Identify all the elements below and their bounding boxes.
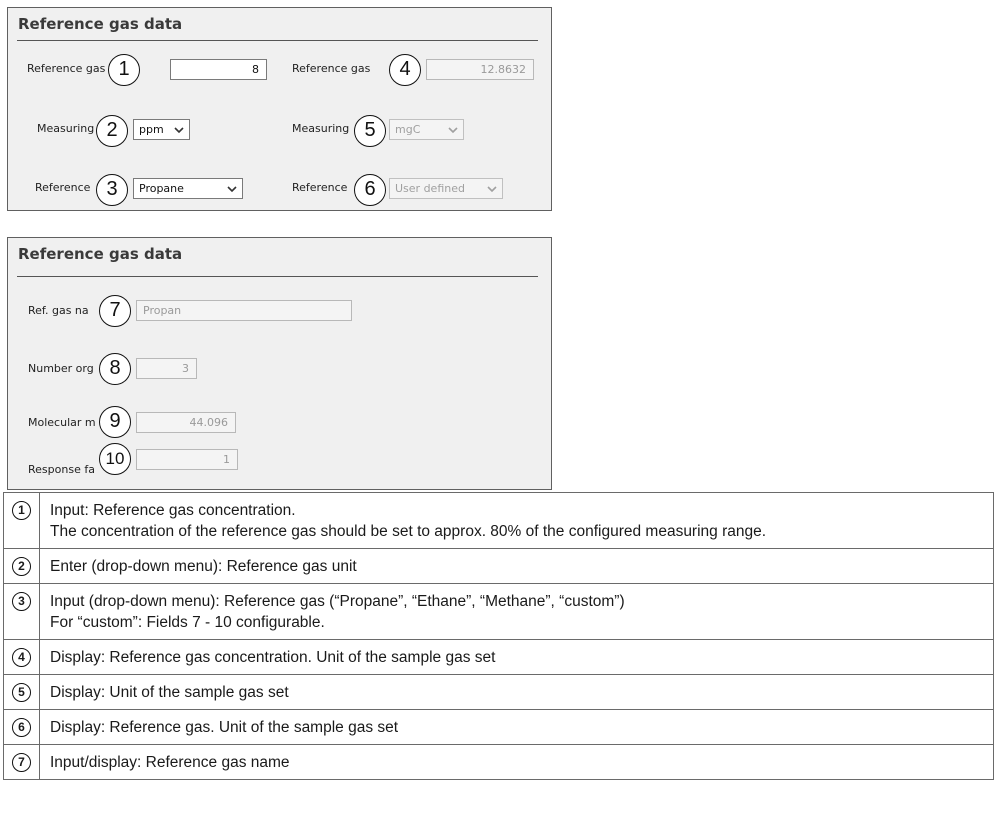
title-divider [17,276,538,277]
legend-description-cell: Enter (drop-down menu): Reference gas un… [39,548,994,584]
legend-description-line: Input (drop-down menu): Reference gas (“… [50,593,625,610]
callout-2: 2 [96,115,128,147]
reference-gas-concentration-display-label: Reference gas [292,62,371,75]
legend-description-line: Display: Unit of the sample gas set [50,684,289,701]
legend-description-cell: Input/display: Reference gas name [39,744,994,780]
title-divider [17,40,538,41]
legend-description-cell: Input (drop-down menu): Reference gas (“… [39,583,994,640]
number-carbon-atoms-label: Number org [28,362,94,375]
reference-gas-display-value: User defined [395,182,465,195]
callout-4: 4 [389,54,421,86]
reference-gas-label: Reference [35,181,91,194]
reference-gas-panel-top: Reference gas data Reference gas 8 Refer… [7,7,552,211]
reference-gas-name-field[interactable]: Propan [136,300,352,321]
legend-number-badge: 2 [12,557,31,576]
callout-9: 9 [99,406,131,438]
legend-number-cell: 4 [3,639,40,675]
legend-description-line: For “custom”: Fields 7 - 10 configurable… [50,614,325,631]
chevron-down-icon [448,127,458,134]
callout-1: 1 [108,54,140,86]
reference-gas-value: Propane [139,182,184,195]
legend-number-cell: 2 [3,548,40,584]
legend-row: 2 Enter (drop-down menu): Reference gas u… [3,548,994,584]
reference-gas-concentration-input[interactable]: 8 [170,59,267,80]
callout-6: 6 [354,174,386,206]
legend-description-line: Display: Reference gas concentration. Un… [50,649,496,666]
panel-title: Reference gas data [18,15,183,33]
panel-title: Reference gas data [18,245,183,263]
legend-body: 1 Input: Reference gas concentration. The … [3,492,994,780]
callout-7: 7 [99,295,131,327]
legend-description-line: Display: Reference gas. Unit of the samp… [50,719,399,736]
number-carbon-atoms-field[interactable]: 3 [136,358,197,379]
legend-description-cell: Display: Unit of the sample gas set [39,674,994,710]
reference-gas-concentration-display: 12.8632 [426,59,534,80]
callout-5: 5 [354,115,386,147]
legend-row: 1 Input: Reference gas concentration. The … [3,492,994,549]
legend-description-cell: Input: Reference gas concentration. The c… [39,492,994,549]
reference-gas-concentration-label: Reference gas [27,62,106,75]
legend-number-badge: 7 [12,753,31,772]
legend-number-cell: 1 [3,492,40,549]
chevron-down-icon [487,186,497,193]
legend-description-line: The concentration of the reference gas s… [50,523,767,540]
legend-number-badge: 4 [12,648,31,667]
reference-gas-name-label: Ref. gas na [28,304,89,317]
legend-description-line: Input: Reference gas concentration. [50,502,296,519]
reference-gas-display-label: Reference [292,181,348,194]
legend-description-line: Enter (drop-down menu): Reference gas un… [50,558,357,575]
response-factor-label: Response fa [28,463,95,476]
callout-3: 3 [96,174,128,206]
callout-10: 10 [99,443,131,475]
molecular-mass-label: Molecular m [28,416,96,429]
chevron-down-icon [174,127,184,134]
legend-row: 4 Display: Reference gas concentration. U… [3,639,994,675]
chevron-down-icon [227,186,237,193]
measuring-unit-display: mgC [389,119,464,140]
legend-number-cell: 3 [3,583,40,640]
legend-number-cell: 6 [3,709,40,745]
legend-row: 3 Input (drop-down menu): Reference gas (… [3,583,994,640]
measuring-unit-value: ppm [139,123,164,136]
reference-gas-display: User defined [389,178,503,199]
legend-description-cell: Display: Reference gas concentration. Un… [39,639,994,675]
legend-row: 5 Display: Unit of the sample gas set [3,674,994,710]
measuring-unit-display-label: Measuring [292,122,350,135]
legend-number-badge: 1 [12,501,31,520]
legend-number-cell: 7 [3,744,40,780]
measuring-unit-label: Measuring [37,122,95,135]
reference-gas-select[interactable]: Propane [133,178,243,199]
legend-number-badge: 5 [12,683,31,702]
legend-row: 7 Input/display: Reference gas name [3,744,994,780]
legend-row: 6 Display: Reference gas. Unit of the sam… [3,709,994,745]
measuring-unit-display-value: mgC [395,123,421,136]
reference-gas-panel-bottom: Reference gas data Ref. gas na Propan Nu… [7,237,552,490]
callout-legend-table: 1 Input: Reference gas concentration. The … [3,492,994,780]
response-factor-field[interactable]: 1 [136,449,238,470]
legend-description-line: Input/display: Reference gas name [50,754,290,771]
legend-number-badge: 6 [12,718,31,737]
callout-8: 8 [99,353,131,385]
legend-number-cell: 5 [3,674,40,710]
legend-number-badge: 3 [12,592,31,611]
molecular-mass-field[interactable]: 44.096 [136,412,236,433]
legend-description-cell: Display: Reference gas. Unit of the samp… [39,709,994,745]
measuring-unit-select[interactable]: ppm [133,119,190,140]
